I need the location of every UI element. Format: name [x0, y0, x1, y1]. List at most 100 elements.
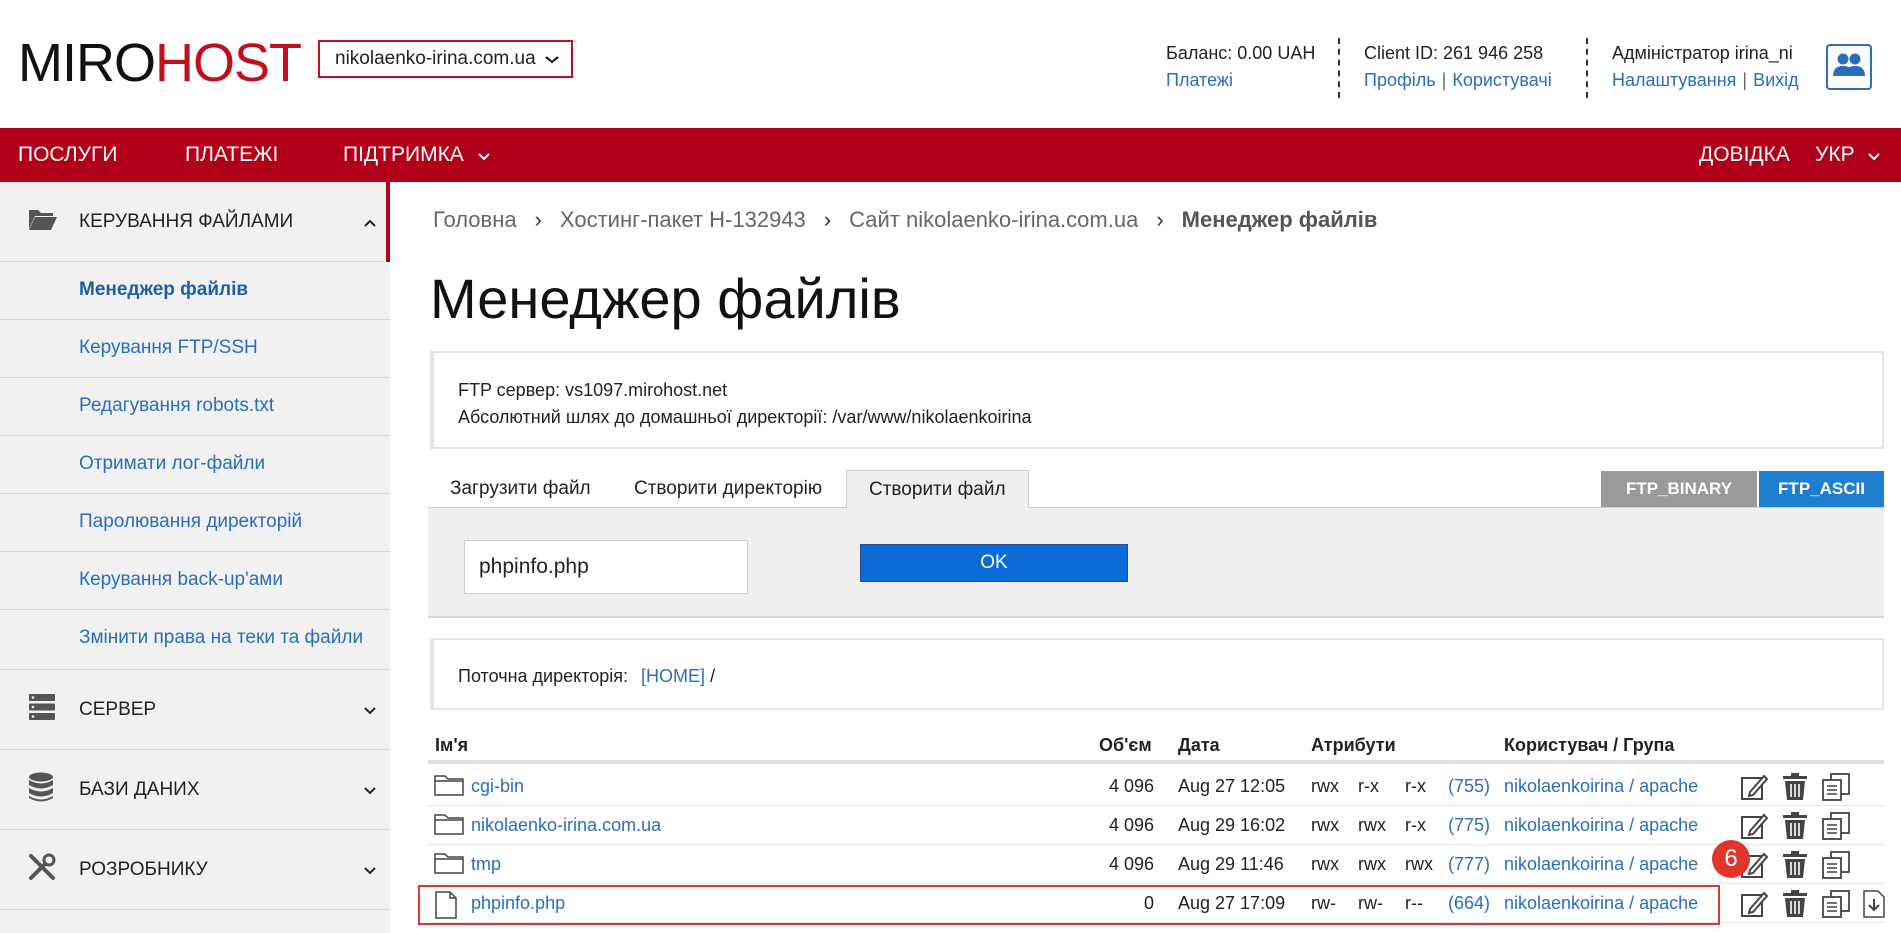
perm-user: rwx: [1311, 854, 1339, 874]
current-directory-box: Поточна директорія: [HOME] /: [430, 638, 1884, 710]
trash-icon[interactable]: [1782, 812, 1808, 845]
copy-icon[interactable]: [1821, 812, 1851, 845]
download-icon[interactable]: [1862, 890, 1886, 923]
sidebar-section-label: СЕРВЕР: [79, 698, 157, 720]
ok-button[interactable]: OK: [860, 544, 1128, 582]
tab-upload-file[interactable]: Загрузити файл: [428, 470, 613, 508]
domain-selector[interactable]: nikolaenko-irina.com.ua: [318, 40, 573, 78]
breadcrumb: Головна › Хостинг-пакет H-132943 › Сайт …: [433, 207, 1377, 233]
balance-label: Баланс: 0.00 UAH: [1166, 43, 1316, 63]
table-row: nikolaenko-irina.com.ua 4 096 Aug 29 16:02…: [428, 806, 1884, 845]
table-header-divider: [428, 760, 1884, 764]
sidebar-item-backups[interactable]: Керування back-up'ами: [0, 552, 390, 610]
perm-group: rwx: [1358, 854, 1386, 874]
main-navbar: ПОСЛУГИ ПЛАТЕЖІ ПІДТРИМКА ДОВІДКА УКР: [0, 128, 1901, 182]
nav-support-label: ПІДТРИМКА: [343, 143, 464, 166]
chevron-down-icon: [364, 862, 376, 878]
copy-icon[interactable]: [1821, 851, 1851, 884]
folder-icon: [434, 813, 464, 840]
nav-services[interactable]: ПОСЛУГИ: [18, 128, 117, 182]
account-users-button[interactable]: [1826, 44, 1872, 90]
file-date: Aug 27 12:05: [1178, 776, 1286, 796]
perm-user: rwx: [1311, 776, 1339, 796]
home-path-text: Абсолютний шлях до домашньої директорії:…: [458, 407, 1032, 427]
top-header: MIRO HOST nikolaenko-irina.com.ua Баланс:…: [0, 0, 1901, 128]
nav-payments[interactable]: ПЛАТЕЖІ: [185, 128, 278, 182]
file-name-link[interactable]: nikolaenko-irina.com.ua: [471, 815, 661, 836]
sidebar-item-logs[interactable]: Отримати лог-файли: [0, 436, 390, 494]
trash-icon[interactable]: [1782, 773, 1808, 806]
column-header-owner[interactable]: Користувач / Група: [1504, 735, 1674, 756]
perm-octal[interactable]: (755): [1448, 776, 1490, 797]
logo-host: HOST: [155, 33, 302, 93]
logout-link[interactable]: Вихід: [1753, 70, 1799, 90]
column-header-size[interactable]: Об'єм: [1099, 735, 1152, 756]
payments-link[interactable]: Платежі: [1166, 70, 1233, 90]
file-owner[interactable]: nikolaenkoirina / apache: [1504, 815, 1698, 836]
ftp-binary-button[interactable]: FTP_BINARY: [1601, 471, 1757, 507]
nav-language[interactable]: УКР: [1815, 128, 1881, 183]
mirohost-logo[interactable]: MIRO HOST: [18, 33, 302, 93]
breadcrumb-separator: ›: [823, 207, 832, 232]
nav-help[interactable]: ДОВІДКА: [1699, 128, 1790, 182]
column-header-name[interactable]: Ім'я: [435, 735, 468, 756]
sidebar-item-file-manager[interactable]: Менеджер файлів: [0, 262, 390, 320]
breadcrumb-home[interactable]: Головна: [433, 207, 517, 233]
column-header-date[interactable]: Дата: [1178, 735, 1220, 756]
sidebar-item-ftp-ssh[interactable]: Керування FTP/SSH: [0, 320, 390, 378]
sidebar-item-password-dirs[interactable]: Паролювання директорій: [0, 494, 390, 552]
perm-octal[interactable]: (775): [1448, 815, 1490, 836]
sidebar-section-databases[interactable]: БАЗИ ДАНИХ: [0, 750, 390, 830]
sidebar-section-file-management[interactable]: КЕРУВАННЯ ФАЙЛАМИ: [0, 182, 390, 262]
sidebar-section-server[interactable]: СЕРВЕР: [0, 670, 390, 750]
logo-miro: MIRO: [18, 33, 156, 93]
chevron-down-icon: [364, 702, 376, 718]
client-id: Client ID: 261 946 258: [1364, 43, 1544, 63]
client-block: Client ID: 261 946 258 Профіль | Користува…: [1364, 40, 1552, 94]
server-icon: [28, 693, 56, 726]
filename-input[interactable]: [464, 540, 748, 594]
file-name-link[interactable]: tmp: [471, 854, 501, 875]
file-owner[interactable]: nikolaenkoirina / apache: [1504, 854, 1698, 875]
perm-group: rwx: [1358, 815, 1386, 835]
sidebar-item-label: Редагування robots.txt: [79, 395, 275, 416]
edit-icon[interactable]: [1740, 773, 1769, 806]
sidebar-section-label: КЕРУВАННЯ ФАЙЛАМИ: [79, 210, 294, 232]
sidebar-item-permissions[interactable]: Змінити права на теки та файли: [0, 610, 390, 670]
breadcrumb-site[interactable]: Сайт nikolaenko-irina.com.ua: [849, 207, 1138, 233]
nav-support[interactable]: ПІДТРИМКА: [343, 128, 490, 182]
sidebar-section-developer[interactable]: РОЗРОБНИКУ: [0, 830, 390, 910]
edit-icon[interactable]: [1740, 812, 1769, 845]
edit-icon[interactable]: [1740, 890, 1769, 923]
breadcrumb-package[interactable]: Хостинг-пакет H-132943: [560, 207, 806, 233]
copy-icon[interactable]: [1821, 890, 1851, 923]
chevron-down-icon: [1868, 129, 1881, 183]
column-header-attributes[interactable]: Атрибути: [1311, 735, 1396, 756]
file-owner[interactable]: nikolaenkoirina / apache: [1504, 776, 1698, 797]
ftp-ascii-button[interactable]: FTP_ASCII: [1759, 471, 1884, 507]
file-size: 4 096: [1108, 815, 1154, 835]
file-size: 4 096: [1108, 776, 1154, 796]
file-name-link[interactable]: cgi-bin: [471, 776, 524, 797]
header-divider: [1338, 38, 1340, 98]
balance-block: Баланс: 0.00 UAH Платежі: [1166, 40, 1315, 94]
perm-user: rwx: [1311, 815, 1339, 835]
tab-create-directory[interactable]: Створити директорію: [612, 470, 844, 508]
profile-link[interactable]: Профіль: [1364, 70, 1436, 90]
perm-octal[interactable]: (777): [1448, 854, 1490, 875]
sidebar-item-label: Керування FTP/SSH: [79, 337, 258, 358]
table-row: cgi-bin 4 096 Aug 27 12:05 rwx r-x r-x (755) ni…: [428, 767, 1884, 806]
sidebar-item-robots[interactable]: Редагування robots.txt: [0, 378, 390, 436]
settings-link[interactable]: Налаштування: [1612, 70, 1736, 90]
file-size: 4 096: [1108, 854, 1154, 874]
tab-create-file[interactable]: Створити файл: [846, 470, 1029, 510]
copy-icon[interactable]: [1821, 773, 1851, 806]
trash-icon[interactable]: [1782, 851, 1808, 884]
trash-icon[interactable]: [1782, 890, 1808, 923]
sidebar-item-label: Змінити права на теки та файли: [79, 627, 364, 648]
users-link[interactable]: Користувачі: [1452, 70, 1551, 90]
sidebar-item-label: Керування back-up'ами: [79, 569, 283, 590]
sidebar-section-label: БАЗИ ДАНИХ: [79, 778, 200, 800]
home-directory-link[interactable]: [HOME]: [641, 666, 705, 686]
perm-other: rwx: [1405, 854, 1433, 874]
